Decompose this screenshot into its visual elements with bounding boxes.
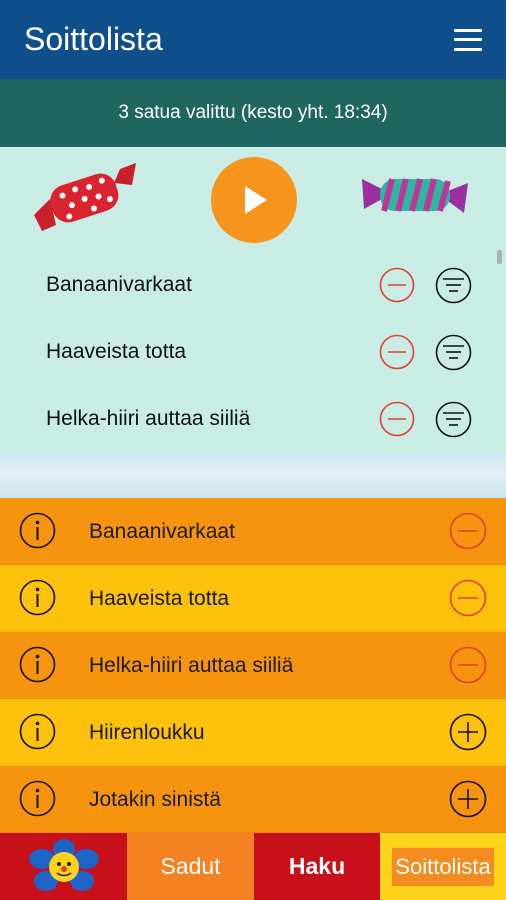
story-row: Haaveista totta — [0, 565, 506, 632]
add-circle-icon[interactable] — [449, 780, 487, 818]
info-icon[interactable] — [19, 579, 56, 616]
sort-lines-icon[interactable] — [435, 267, 472, 304]
story-label: Haaveista totta — [89, 587, 230, 610]
info-icon[interactable] — [19, 512, 56, 549]
tab-haku-label: Haku — [288, 853, 346, 879]
story-label: Helka-hiiri auttaa siiliä — [89, 654, 294, 677]
story-row: Banaanivarkaat — [0, 498, 506, 565]
story-row: Jotakin sinistä — [0, 766, 506, 833]
home-logo-button[interactable] — [0, 833, 127, 900]
remove-circle-icon[interactable] — [379, 334, 415, 370]
app-bar: Soittolista — [0, 0, 506, 79]
remove-circle-icon[interactable] — [379, 401, 415, 437]
story-row: Helka-hiiri auttaa siiliä — [0, 632, 506, 699]
play-icon — [245, 186, 267, 214]
playlist-item-label: Banaanivarkaat — [46, 273, 192, 296]
add-circle-icon[interactable] — [449, 713, 487, 751]
striped-candy-icon — [362, 178, 468, 213]
tab-soittolista-label: Soittolista — [392, 847, 494, 886]
playlist-summary: 3 satua valittu (kesto yht. 18:34) — [0, 79, 506, 147]
playlist-item: Banaanivarkaat — [0, 251, 506, 318]
tab-soittolista[interactable]: Soittolista — [380, 833, 506, 900]
sort-lines-icon[interactable] — [435, 334, 472, 371]
story-label: Hiirenloukku — [89, 721, 205, 744]
red-candy-icon — [34, 163, 136, 231]
player-panel: Banaanivarkaat Haaveista totta Helka-hii… — [0, 147, 506, 453]
info-icon[interactable] — [19, 646, 56, 683]
remove-circle-icon[interactable] — [379, 267, 415, 303]
story-label: Jotakin sinistä — [89, 788, 221, 811]
story-row: Hiirenloukku — [0, 699, 506, 766]
hamburger-menu-icon[interactable] — [454, 28, 482, 51]
playlist-item-label: Haaveista totta — [46, 340, 187, 363]
info-icon[interactable] — [19, 713, 56, 750]
remove-circle-icon[interactable] — [449, 579, 487, 617]
playlist-item: Haaveista totta — [0, 318, 506, 385]
decorative-water-band — [0, 453, 506, 498]
summary-text: 3 satua valittu (kesto yht. 18:34) — [118, 102, 388, 123]
story-label: Banaanivarkaat — [89, 520, 235, 543]
remove-circle-icon[interactable] — [449, 646, 487, 684]
flower-logo-icon — [28, 838, 99, 891]
playlist-item-label: Helka-hiiri auttaa siiliä — [46, 407, 251, 430]
tab-sadut-label: Sadut — [160, 853, 221, 879]
play-button[interactable] — [211, 157, 297, 243]
tab-haku[interactable]: Haku — [254, 833, 380, 900]
tab-sadut[interactable]: Sadut — [127, 833, 254, 900]
playlist-item: Helka-hiiri auttaa siiliä — [0, 385, 506, 452]
sort-lines-icon[interactable] — [435, 401, 472, 438]
remove-circle-icon[interactable] — [449, 512, 487, 550]
bottom-navigation: Sadut Haku Soittolista — [0, 833, 506, 900]
info-icon[interactable] — [19, 780, 56, 817]
page-title: Soittolista — [24, 21, 163, 57]
